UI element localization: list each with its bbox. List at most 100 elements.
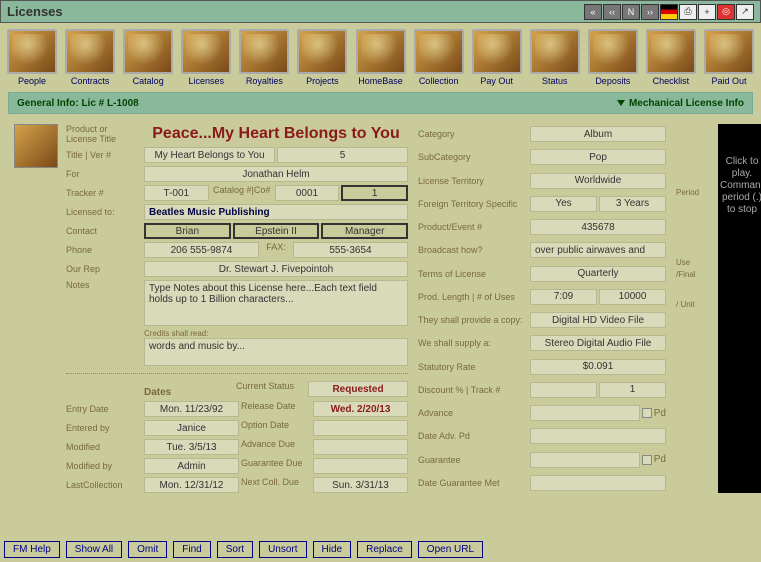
- broadcast-label: Broadcast how?: [418, 245, 526, 255]
- terms-field[interactable]: Quarterly: [530, 266, 666, 282]
- flag-icon[interactable]: [660, 4, 678, 20]
- release-field[interactable]: Wed. 2/20/13: [313, 401, 408, 417]
- foreign-yes-field[interactable]: Yes: [530, 196, 597, 212]
- nav-homebase[interactable]: HomeBase: [354, 29, 406, 86]
- prodlen-field[interactable]: 7:09: [530, 289, 597, 305]
- subcat-field[interactable]: Pop: [530, 149, 666, 165]
- stat-rate-field[interactable]: $0.091: [530, 359, 666, 375]
- forward-icon[interactable]: ››: [641, 4, 659, 20]
- uses-field[interactable]: 10000: [599, 289, 666, 305]
- replace-button[interactable]: Replace: [357, 541, 412, 558]
- product-evt-field[interactable]: 435678: [530, 219, 666, 235]
- contact-role[interactable]: Manager: [321, 223, 408, 239]
- nav-payout[interactable]: Pay Out: [471, 29, 523, 86]
- catalog-icon: [123, 29, 173, 74]
- rewind-icon[interactable]: «: [584, 4, 602, 20]
- tracker-field[interactable]: T-001: [144, 185, 209, 201]
- play-icon[interactable]: [720, 126, 761, 152]
- target-icon[interactable]: ◎: [717, 4, 735, 20]
- curr-status-field[interactable]: Requested: [308, 381, 408, 397]
- licensed-to-field[interactable]: Beatles Music Publishing: [144, 204, 408, 220]
- sort-button[interactable]: Sort: [217, 541, 253, 558]
- print-icon[interactable]: ⎙: [679, 4, 697, 20]
- stat-rate-label: Statutory Rate: [418, 362, 526, 372]
- co-field[interactable]: 1: [341, 185, 408, 201]
- modified-field[interactable]: Tue. 3/5/13: [144, 439, 239, 455]
- plus-icon[interactable]: +: [698, 4, 716, 20]
- play-panel[interactable]: Click to play. Command period (.) to sto…: [718, 124, 761, 493]
- hide-button[interactable]: Hide: [313, 541, 352, 558]
- unsort-button[interactable]: Unsort: [259, 541, 306, 558]
- category-field[interactable]: Album: [530, 126, 666, 142]
- nav-catalog[interactable]: Catalog: [122, 29, 174, 86]
- open-url-button[interactable]: Open URL: [418, 541, 483, 558]
- date-adv-field[interactable]: [530, 428, 666, 444]
- nav-deposits[interactable]: Deposits: [587, 29, 639, 86]
- modified-by-label: Modified by: [66, 461, 140, 471]
- nav-licenses[interactable]: Licenses: [180, 29, 232, 86]
- track-field[interactable]: 1: [599, 382, 666, 398]
- release-label: Release Date: [241, 401, 311, 417]
- they-provide-field[interactable]: Digital HD Video File: [530, 312, 666, 328]
- nav-status[interactable]: Status: [529, 29, 581, 86]
- phone-field[interactable]: 206 555-9874: [144, 242, 259, 258]
- contact-last[interactable]: Epstein II: [233, 223, 320, 239]
- foreign-years-field[interactable]: 3 Years: [599, 196, 666, 212]
- title-field[interactable]: My Heart Belongs to You: [144, 147, 275, 163]
- modified-by-field[interactable]: Admin: [144, 458, 239, 474]
- we-supply-field[interactable]: Stereo Digital Audio File: [530, 335, 666, 351]
- next-coll-label: Next Coll. Due: [241, 477, 311, 493]
- licenses-icon: [181, 29, 231, 74]
- last-coll-field[interactable]: Mon. 12/31/12: [144, 477, 239, 493]
- toolbar-buttons: « ‹‹ N ›› ⎙ + ◎ ↗: [584, 4, 754, 20]
- final-label: /Final: [676, 270, 696, 279]
- dropdown-icon[interactable]: [617, 100, 625, 106]
- projects-icon: [297, 29, 347, 74]
- fm-help-button[interactable]: FM Help: [4, 541, 60, 558]
- guar-due-field[interactable]: [313, 458, 408, 474]
- nav-checklist[interactable]: Checklist: [645, 29, 697, 86]
- territory-label: License Territory: [418, 176, 526, 186]
- broadcast-field[interactable]: over public airwaves and: [530, 242, 666, 258]
- modified-label: Modified: [66, 442, 140, 452]
- license-thumbnail: [14, 124, 58, 168]
- for-field[interactable]: Jonathan Helm: [144, 166, 408, 182]
- our-rep-field[interactable]: Dr. Stewart J. Fivepointoh: [144, 261, 408, 277]
- ver-field[interactable]: 5: [277, 147, 408, 163]
- contact-first[interactable]: Brian: [144, 223, 231, 239]
- adv-due-field[interactable]: [313, 439, 408, 455]
- advance-pd-checkbox[interactable]: [642, 408, 652, 418]
- nav-collection[interactable]: Collection: [413, 29, 465, 86]
- guarantee-field[interactable]: [530, 452, 640, 468]
- nav-royalties[interactable]: Royalties: [238, 29, 290, 86]
- entered-by-field[interactable]: Janice: [144, 420, 239, 436]
- territory-field[interactable]: Worldwide: [530, 173, 666, 189]
- omit-button[interactable]: Omit: [128, 541, 167, 558]
- prev-icon[interactable]: ‹‹: [603, 4, 621, 20]
- next-coll-field[interactable]: Sun. 3/31/13: [313, 477, 408, 493]
- phone-label: Phone: [66, 245, 140, 255]
- disc-track-label: Discount % | Track #: [418, 385, 526, 395]
- show-all-button[interactable]: Show All: [66, 541, 122, 558]
- guarantee-pd-checkbox[interactable]: [642, 455, 652, 465]
- section-header: General Info: Lic # L-1008 Mechanical Li…: [8, 92, 753, 114]
- nav-people[interactable]: People: [6, 29, 58, 86]
- option-field[interactable]: [313, 420, 408, 436]
- nav-paidout[interactable]: Paid Out: [703, 29, 755, 86]
- export-icon[interactable]: ↗: [736, 4, 754, 20]
- advance-field[interactable]: [530, 405, 640, 421]
- dates-header: Dates: [144, 387, 234, 398]
- date-guar-field[interactable]: [530, 475, 666, 491]
- nav-contracts[interactable]: Contracts: [64, 29, 116, 86]
- nav-strip: People Contracts Catalog Licenses Royalt…: [0, 23, 761, 92]
- notes-field[interactable]: Type Notes about this License here...Eac…: [144, 280, 408, 326]
- credits-field[interactable]: words and music by...: [144, 338, 408, 366]
- nav-projects[interactable]: Projects: [296, 29, 348, 86]
- catalog-field[interactable]: 0001: [275, 185, 340, 201]
- find-button[interactable]: Find: [173, 541, 210, 558]
- disc-field[interactable]: [530, 382, 597, 398]
- entry-date-field[interactable]: Mon. 11/23/92: [144, 401, 239, 417]
- next-icon[interactable]: N: [622, 4, 640, 20]
- section-right[interactable]: Mechanical License Info: [629, 98, 744, 109]
- fax-field[interactable]: 555-3654: [293, 242, 408, 258]
